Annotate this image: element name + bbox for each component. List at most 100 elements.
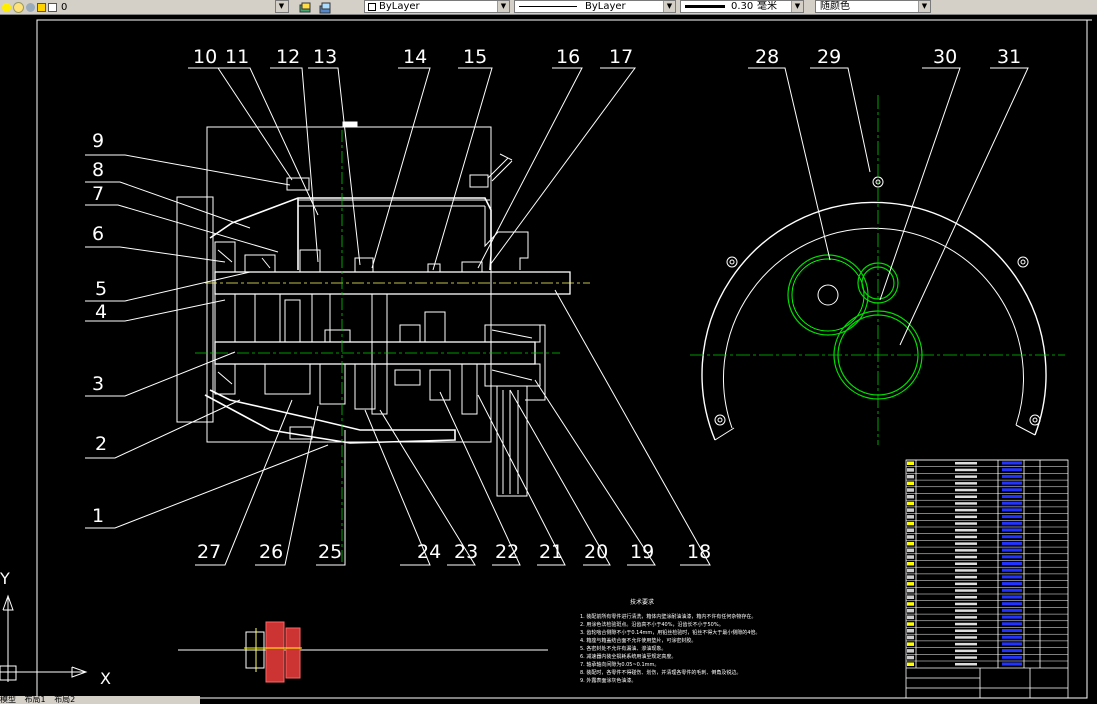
table-cell — [907, 555, 914, 559]
plotstyle-value: 随颜色 — [820, 1, 850, 12]
table-cell — [907, 655, 914, 660]
table-cell — [907, 635, 914, 640]
color-control[interactable]: ByLayer ▼ — [364, 0, 510, 13]
table-cell — [1002, 541, 1022, 545]
table-cell — [907, 595, 914, 599]
table-cell — [907, 508, 914, 512]
table-cell — [1002, 588, 1022, 592]
table-cell — [955, 589, 977, 592]
table-cell — [955, 462, 977, 465]
part-label: 26 — [259, 541, 283, 563]
table-cell — [907, 615, 914, 620]
properties-toolbar: 0 ▼ ByLayer ▼ ByLayer ▼ 0.30 毫米 ▼ 随颜色 ▼ — [0, 0, 1097, 15]
lineweight-control[interactable]: 0.30 毫米 ▼ — [680, 0, 804, 13]
part-label: 7 — [92, 183, 104, 205]
make-current-layer-icon[interactable] — [298, 0, 312, 13]
linetype-control[interactable]: ByLayer ▼ — [514, 0, 676, 13]
part-label: 14 — [403, 46, 427, 68]
part-label: 3 — [92, 373, 104, 395]
table-cell — [955, 515, 977, 519]
table-cell — [1002, 568, 1022, 572]
table-cell — [1002, 655, 1022, 659]
part-label: 30 — [933, 46, 957, 68]
table-cell — [955, 636, 977, 639]
drawing-canvas[interactable]: 9 8 7 6 5 4 3 2 1 10 11 12 13 14 15 16 1… — [0, 15, 1097, 704]
table-cell — [1002, 488, 1022, 492]
ucs-y-label: Y — [0, 569, 10, 588]
ucs-x-label: X — [100, 669, 111, 688]
part-label: 20 — [584, 541, 608, 563]
table-cell — [955, 522, 977, 525]
tech-req-line: 3. 齿轮啮合侧隙不小于0.14mm，用铅丝检验时，铅丝不得大于最小侧隙的4倍。 — [580, 629, 760, 636]
table-cell — [907, 642, 914, 646]
table-cell — [907, 501, 914, 506]
table-cell — [955, 549, 977, 552]
table-cell — [955, 529, 977, 532]
table-cell — [907, 481, 914, 486]
table-cell — [955, 535, 977, 539]
table-cell — [1002, 562, 1022, 565]
table-cell — [1002, 515, 1022, 519]
table-cell — [907, 608, 914, 613]
part-label: 5 — [95, 278, 107, 300]
table-cell — [955, 542, 977, 545]
tab-model[interactable]: 模型 — [0, 696, 16, 704]
lineweight-unit: 毫米 — [757, 1, 777, 12]
tech-req-line: 5. 各密封处不允许有漏油、渗油现象。 — [580, 645, 666, 652]
part-label: 13 — [313, 46, 337, 68]
table-cell — [955, 508, 977, 512]
table-cell — [1002, 521, 1022, 525]
part-label: 1 — [92, 505, 104, 527]
table-cell — [1002, 602, 1022, 606]
part-label: 31 — [997, 46, 1021, 68]
table-cell — [907, 629, 914, 633]
layout-tabs: 模型 布局1 布局2 — [0, 696, 200, 704]
layer-dropdown-arrow[interactable]: ▼ — [275, 0, 289, 13]
table-cell — [1002, 474, 1022, 478]
tech-req-line: 7. 轴承轴向间隙为0.05~0.1mm。 — [580, 661, 659, 668]
plotstyle-control[interactable]: 随颜色 ▼ — [815, 0, 931, 13]
layer-on-icon[interactable] — [2, 2, 11, 12]
part-label: 4 — [95, 301, 107, 323]
table-cell — [907, 588, 914, 593]
part-label: 24 — [417, 541, 441, 563]
layer-controls[interactable]: 0 — [0, 0, 67, 14]
part-label: 19 — [630, 541, 654, 563]
part-label: 21 — [539, 541, 563, 563]
layer-previous-icon[interactable] — [318, 0, 332, 14]
viewport-freeze-icon[interactable] — [26, 2, 35, 12]
part-label: 23 — [454, 541, 478, 563]
table-cell — [955, 582, 977, 586]
table-cell — [955, 495, 977, 498]
lock-icon[interactable] — [37, 2, 46, 12]
table-cell — [907, 515, 914, 519]
table-cell — [907, 474, 914, 479]
layer-color-icon[interactable] — [48, 2, 57, 12]
freeze-sun-icon[interactable] — [13, 1, 24, 13]
tech-req-line: 2. 用涂色法检验斑点。沿齿高不小于40%，沿齿长不小于50%。 — [580, 621, 724, 628]
tab-layout1[interactable]: 布局1 — [25, 696, 46, 704]
table-cell — [955, 622, 977, 626]
tab-layout2[interactable]: 布局2 — [54, 696, 75, 704]
table-cell — [955, 649, 977, 653]
layer-name: 0 — [61, 1, 68, 13]
table-cell — [907, 521, 914, 526]
table-cell — [955, 629, 977, 632]
table-cell — [1002, 622, 1022, 626]
linetype-value: ByLayer — [585, 1, 626, 12]
table-cell — [955, 562, 977, 565]
tech-req-line: 4. 箱座与箱盖结合面不允许使用垫片，可涂密封胶。 — [580, 637, 696, 644]
part-label: 27 — [197, 541, 221, 563]
table-cell — [1002, 555, 1022, 559]
table-cell — [907, 602, 914, 606]
part-label: 2 — [95, 433, 107, 455]
table-cell — [1002, 635, 1022, 639]
table-cell — [955, 642, 977, 646]
part-label: 28 — [755, 46, 779, 68]
table-cell — [1002, 629, 1022, 632]
table-cell — [955, 602, 977, 606]
table-cell — [907, 575, 914, 579]
tech-req-line: 9. 外露表面涂灰色油漆。 — [580, 677, 636, 684]
table-cell — [1002, 662, 1022, 666]
table-cell — [907, 649, 914, 653]
